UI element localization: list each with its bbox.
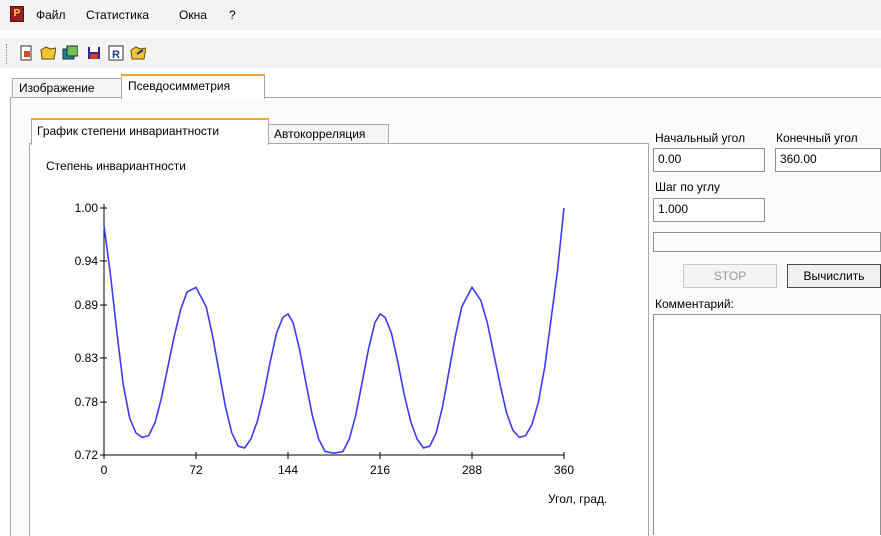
y-tick-label: 1.00: [75, 201, 99, 215]
x-tick-label: 360: [554, 463, 574, 477]
y-tick-label: 0.72: [75, 448, 99, 462]
y-tick-label: 0.83: [75, 351, 99, 365]
report-r-icon[interactable]: R: [108, 45, 124, 61]
end-angle-label: Конечный угол: [776, 131, 858, 145]
comment-textarea[interactable]: [653, 314, 881, 535]
new-document-icon[interactable]: [18, 45, 34, 61]
y-tick-label: 0.89: [75, 298, 99, 312]
toolbar-grip: [6, 44, 10, 64]
end-angle-field[interactable]: 360.00: [775, 148, 881, 172]
calculate-button[interactable]: Вычислить: [787, 264, 881, 288]
x-axis-ticks: 0 72 144 216 288 360: [101, 452, 574, 477]
x-axis-label: Угол, град.: [548, 492, 607, 506]
y-tick-label: 0.94: [75, 254, 99, 268]
angle-step-label: Шаг по углу: [655, 180, 721, 194]
angle-step-field[interactable]: 1.000: [653, 198, 765, 222]
x-tick-label: 216: [370, 463, 390, 477]
progress-bar: [653, 232, 881, 252]
stop-button[interactable]: STOP: [683, 264, 777, 288]
y-tick-label: 0.78: [75, 395, 99, 409]
x-tick-label: 288: [462, 463, 482, 477]
tab-pseudosymmetry[interactable]: Псевдосимметрия: [121, 74, 265, 99]
app-logo-icon: P: [10, 6, 24, 22]
comment-label: Комментарий:: [655, 297, 734, 311]
menu-statistics[interactable]: Статистика: [86, 8, 149, 22]
y-axis-ticks: 1.00 0.94 0.89 0.83 0.78 0.72: [75, 201, 107, 462]
menu-help[interactable]: ?: [229, 8, 236, 22]
invariance-chart: Степень инвариантности 1.00 0.94 0.89 0.83 0…: [46, 159, 607, 506]
invariance-curve: [103, 207, 565, 455]
menu-file[interactable]: Файл: [36, 8, 66, 22]
x-tick-label: 144: [278, 463, 298, 477]
open-folder-icon[interactable]: [40, 45, 56, 61]
save-disk-icon[interactable]: [86, 45, 102, 61]
x-tick-label: 72: [189, 463, 203, 477]
tab-invariance-chart[interactable]: График степени инвариантности: [31, 118, 269, 145]
start-angle-label: Начальный угол: [655, 131, 746, 145]
start-angle-field[interactable]: 0.00: [653, 148, 765, 172]
x-tick-label: 0: [101, 463, 108, 477]
chart-axes: [103, 204, 564, 456]
main-tab-strip: Изображение Псевдосимметрия: [0, 72, 881, 99]
export-folder-icon[interactable]: [130, 45, 146, 61]
tab-autocorrelation[interactable]: Автокорреляция: [268, 124, 389, 144]
svg-text:R: R: [112, 49, 120, 61]
tab-image[interactable]: Изображение: [12, 78, 130, 98]
chart-title: Степень инвариантности: [46, 159, 186, 173]
menu-windows[interactable]: Окна: [179, 8, 207, 22]
images-icon[interactable]: [62, 45, 78, 61]
